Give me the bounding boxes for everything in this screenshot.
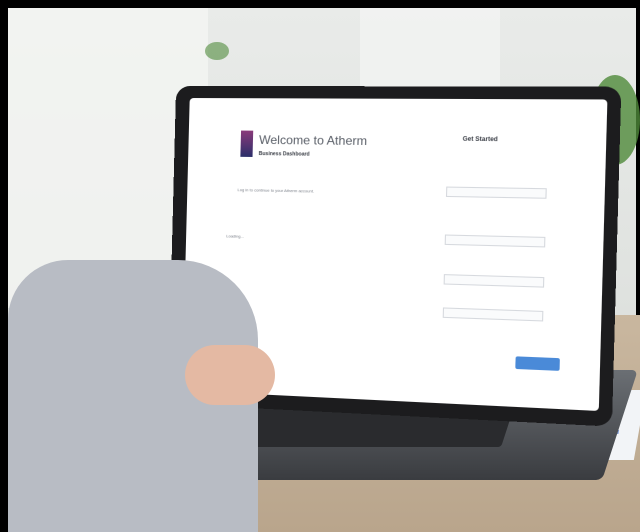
hand xyxy=(185,345,275,405)
photo: Welcome to Atherm Business Dashboard Log… xyxy=(0,0,640,532)
logo-icon xyxy=(240,130,254,157)
panel-title: Get Started xyxy=(462,136,498,144)
form-field-1[interactable] xyxy=(445,186,547,199)
form-field-2[interactable] xyxy=(444,234,546,248)
form-field-4[interactable] xyxy=(442,307,544,322)
intro-text: Log in to continue to your Atherm accoun… xyxy=(237,187,315,194)
form-field-3[interactable] xyxy=(443,274,545,288)
plant-small xyxy=(205,42,229,60)
submit-button[interactable] xyxy=(515,356,560,371)
welcome-title: Welcome to Atherm xyxy=(258,132,368,149)
status-text: Loading... xyxy=(226,233,244,239)
welcome-subtitle: Business Dashboard xyxy=(258,150,310,158)
